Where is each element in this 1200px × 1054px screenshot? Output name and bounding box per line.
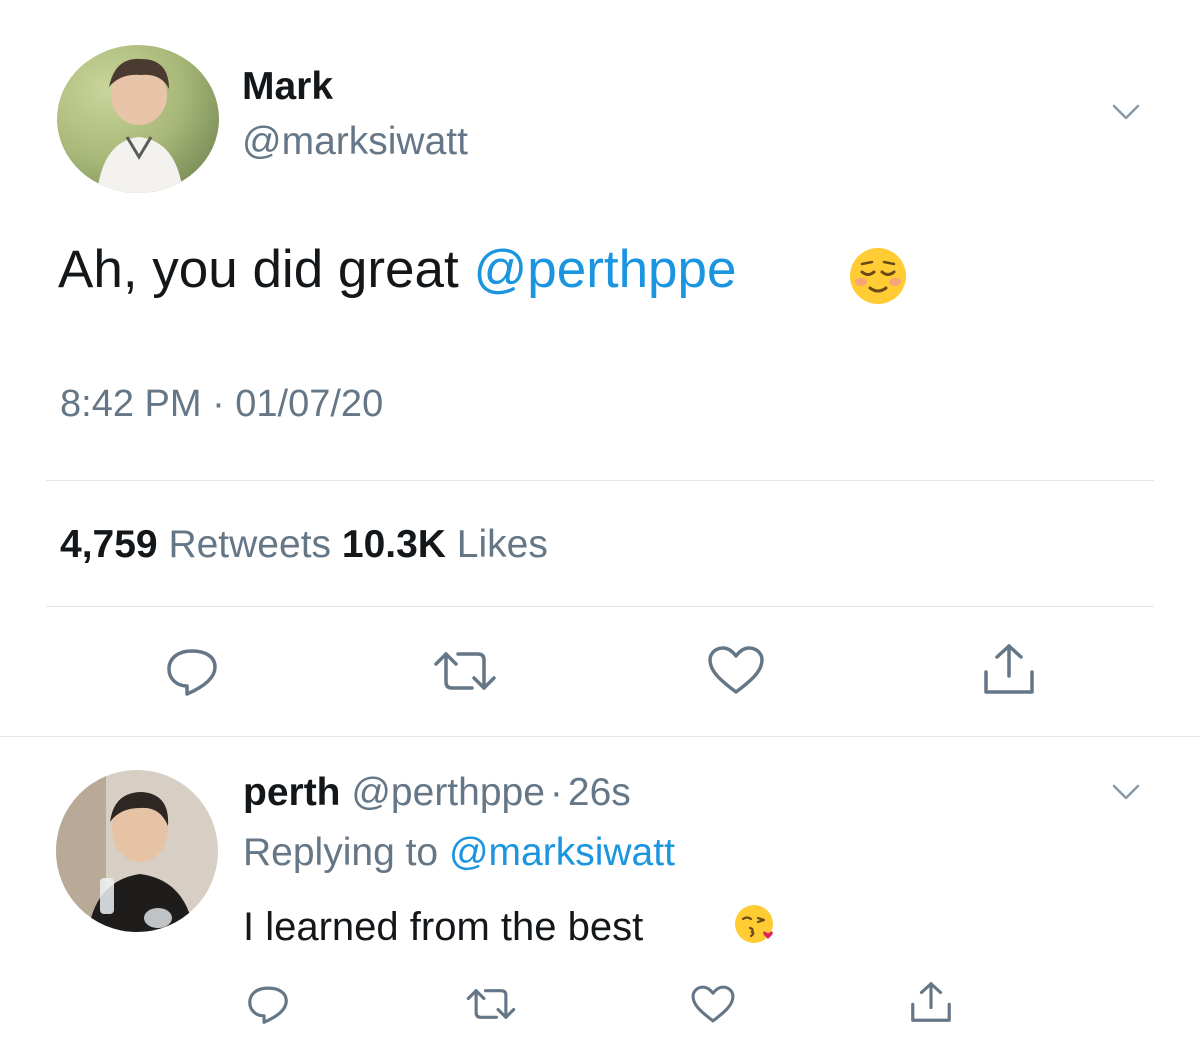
replying-label: Replying to [243, 831, 449, 874]
replying-to-line: Replying to @marksiwatt [243, 830, 675, 876]
like-count[interactable]: 10.3K [342, 523, 446, 566]
chevron-down-icon[interactable] [1110, 780, 1142, 804]
like-icon[interactable] [706, 644, 766, 696]
smiling-face-emoji [848, 246, 908, 306]
share-icon[interactable] [908, 980, 954, 1024]
main-avatar[interactable] [57, 45, 219, 193]
reply-avatar[interactable] [56, 770, 218, 932]
divider [46, 480, 1154, 481]
reply-author-name[interactable]: perth [243, 771, 341, 814]
reply-separator: · [549, 771, 563, 814]
retweet-icon[interactable] [465, 986, 517, 1022]
retweet-icon[interactable] [432, 648, 498, 694]
reply-age[interactable]: 26s [568, 771, 631, 814]
share-icon[interactable] [980, 642, 1038, 696]
main-author-handle[interactable]: @marksiwatt [242, 119, 468, 165]
reply-icon[interactable] [245, 983, 291, 1025]
engagement-stats: 4,759 Retweets 10.3K Likes [60, 522, 548, 568]
mention-link[interactable]: @perthppe [473, 240, 736, 299]
tweet-text-body: Ah, you did great [58, 240, 474, 299]
reply-header: perth @perthppe · 26s [243, 770, 631, 816]
tweet-timestamp[interactable]: 8:42 PM · 01/07/20 [60, 381, 383, 427]
section-divider [0, 736, 1200, 737]
replying-to-link[interactable]: @marksiwatt [449, 831, 675, 874]
reply-text: I learned from the best [243, 905, 644, 949]
chevron-down-icon[interactable] [1110, 100, 1142, 124]
retweet-count[interactable]: 4,759 [60, 523, 158, 566]
face-blowing-kiss-emoji [734, 903, 776, 945]
divider [46, 606, 1154, 607]
retweet-label[interactable]: Retweets [168, 523, 331, 566]
main-author-name[interactable]: Mark [242, 64, 333, 110]
reply-author-handle[interactable]: @perthppe [351, 771, 545, 814]
like-label[interactable]: Likes [457, 523, 548, 566]
like-icon[interactable] [690, 984, 736, 1024]
tweet-text: Ah, you did great @perthppe [58, 239, 736, 301]
reply-icon[interactable] [163, 645, 221, 697]
